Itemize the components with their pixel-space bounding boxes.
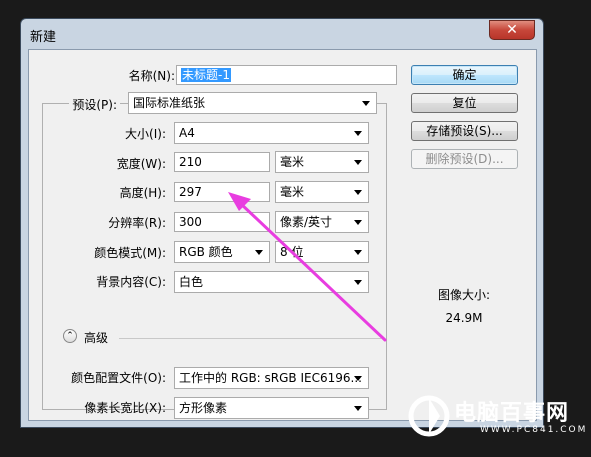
watermark: 电脑百事网 WWW.PC841.COM	[408, 393, 588, 443]
watermark-text: 电脑百事网	[454, 401, 570, 426]
annotation-arrow	[228, 192, 387, 342]
annotation-arrow-shaft	[238, 201, 387, 342]
watermark-logo-icon	[408, 395, 450, 437]
watermark-url: WWW.PC841.COM	[480, 425, 588, 435]
